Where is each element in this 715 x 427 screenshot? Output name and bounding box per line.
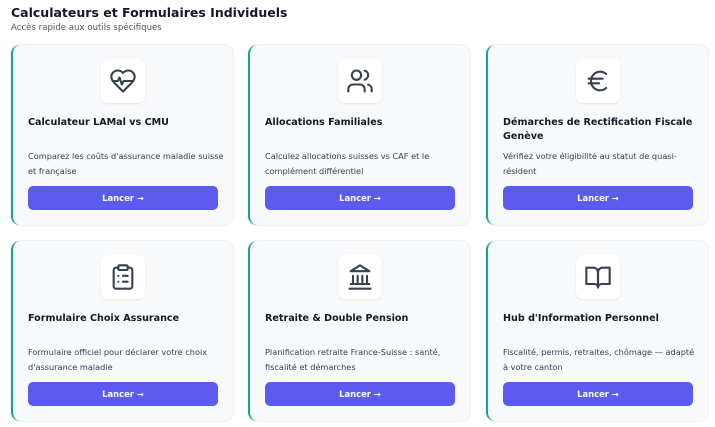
tool-card-choix-assurance: Formulaire Choix Assurance Formulaire of… <box>11 241 233 421</box>
launch-button-retraite[interactable]: Lancer → <box>265 382 455 406</box>
card-description: Planification retraite France-Suisse : s… <box>265 347 441 372</box>
card-description: Calculez allocations suisses vs CAF et l… <box>265 151 430 176</box>
landmark-icon <box>338 255 382 299</box>
tool-card-allocations: Allocations Familiales Calculez allocati… <box>248 45 470 225</box>
card-description: Vérifiez votre éligibilité au statut de … <box>503 151 677 176</box>
users-icon <box>338 59 382 103</box>
card-description: Fiscalité, permis, retraites, chômage — … <box>503 347 695 372</box>
euro-icon <box>576 59 620 103</box>
heart-pulse-icon <box>101 59 145 103</box>
book-open-icon <box>576 255 620 299</box>
tool-card-rectification-fiscale: Démarches de Rectification Fiscale Genèv… <box>486 45 708 225</box>
launch-button-hub-information[interactable]: Lancer → <box>503 382 693 406</box>
page-subtitle: Accès rapide aux outils spécifiques <box>11 23 162 33</box>
card-title: Calculateur LAMal vs CMU <box>28 117 169 128</box>
clipboard-list-icon <box>101 255 145 299</box>
launch-button-choix-assurance[interactable]: Lancer → <box>28 382 218 406</box>
launch-button-allocations[interactable]: Lancer → <box>265 186 455 210</box>
card-title: Formulaire Choix Assurance <box>28 313 180 324</box>
card-title: Démarches de Rectification Fiscale Genèv… <box>503 117 693 142</box>
card-title: Hub d'Information Personnel <box>503 313 659 324</box>
tool-card-lamal-cmu: Calculateur LAMal vs CMU Comparez les co… <box>11 45 233 225</box>
page-title: Calculateurs et Formulaires Individuels <box>11 5 288 20</box>
card-title: Allocations Familiales <box>265 117 383 128</box>
card-description: Formulaire officiel pour déclarer votre … <box>28 347 208 372</box>
tool-card-hub-information: Hub d'Information Personnel Fiscalité, p… <box>486 241 708 421</box>
tool-card-retraite: Retraite & Double Pension Planification … <box>248 241 470 421</box>
card-title: Retraite & Double Pension <box>265 313 409 324</box>
launch-button-lamal-cmu[interactable]: Lancer → <box>28 186 218 210</box>
launch-button-rectification-fiscale[interactable]: Lancer → <box>503 186 693 210</box>
card-description: Comparez les coûts d'assurance maladie s… <box>28 151 224 176</box>
